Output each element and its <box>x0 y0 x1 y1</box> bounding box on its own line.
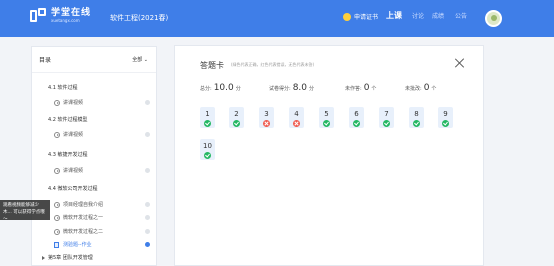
question-5-button[interactable]: 5 <box>319 107 334 128</box>
check-icon <box>442 120 449 127</box>
progress-dot <box>145 215 150 220</box>
play-icon <box>54 201 60 208</box>
play-icon <box>54 228 60 235</box>
logo-domain: xuetangx.com <box>51 18 80 23</box>
check-icon <box>383 120 390 127</box>
question-4-button[interactable]: 4 <box>289 107 304 128</box>
question-6-button[interactable]: 6 <box>349 107 364 128</box>
check-icon <box>204 152 211 159</box>
total-score: 总分: 10.0 分 <box>200 83 241 93</box>
outline-title: 目录 <box>39 57 52 64</box>
logo[interactable]: 学堂在线 xuetangx.com <box>30 8 91 24</box>
question-8-button[interactable]: 8 <box>409 107 424 128</box>
answer-card: 答题卡 (绿色代表正确，红色代表错误，无色代表未答) 总分: 10.0 分 试卷得分… <box>174 45 484 266</box>
logo-icon <box>30 8 46 24</box>
question-10-button[interactable]: 10 <box>200 139 215 160</box>
section-4-1[interactable]: 4.1 软件过程 <box>48 84 78 91</box>
exam-score: 试卷得分: 8.0 分 <box>269 83 315 93</box>
apply-certificate-button[interactable]: 申请证书 <box>343 12 378 21</box>
nav-announcements[interactable]: 公告 <box>455 11 467 20</box>
cross-icon <box>263 120 270 127</box>
play-icon <box>54 131 60 138</box>
top-bar: 学堂在线 xuetangx.com 软件工程(2021春) 申请证书 上课 讨论… <box>0 0 554 37</box>
section-4-3[interactable]: 4.3 敏捷开发过程 <box>48 151 88 158</box>
progress-dot-complete <box>145 242 150 247</box>
progress-dot <box>145 202 150 207</box>
cross-icon <box>293 120 300 127</box>
close-icon[interactable] <box>455 58 465 68</box>
answer-card-legend: (绿色代表正确，红色代表错误，无色代表未答) <box>231 62 315 67</box>
nav-grades[interactable]: 成绩 <box>432 11 444 20</box>
check-icon <box>323 120 330 127</box>
question-3-button[interactable]: 3 <box>259 107 274 128</box>
lesson-item[interactable]: 微软开发过程之一 <box>54 214 103 221</box>
chapter-5[interactable]: 第5章 团队开发管理 <box>42 254 93 261</box>
course-title: 软件工程(2021春) <box>110 14 169 22</box>
tooltip: 观看视频能够减少木... 可以获得学点哦～ <box>0 200 50 220</box>
lesson-item[interactable]: 微软开发过程之二 <box>54 228 103 235</box>
check-icon <box>353 120 360 127</box>
question-9-button[interactable]: 9 <box>438 107 453 128</box>
check-icon <box>204 120 211 127</box>
question-2-button[interactable]: 2 <box>229 107 244 128</box>
document-icon <box>54 241 59 248</box>
lesson-item[interactable]: 讲课视频 <box>54 99 83 106</box>
section-4-2[interactable]: 4.2 软件过程模型 <box>48 116 88 123</box>
logo-text: 学堂在线 <box>51 8 92 18</box>
course-outline-panel: 目录 全部 ⌄ 4.1 软件过程 讲课视频 4.2 软件过程模型 讲课视频 4.… <box>31 46 157 266</box>
section-4-4[interactable]: 4.4 微软公司开发过程 <box>48 185 98 192</box>
certificate-icon <box>343 12 351 21</box>
nav-discussion[interactable]: 讨论 <box>412 11 424 20</box>
lesson-item-quiz[interactable]: 测验题--作业 <box>54 241 92 248</box>
outline-filter-dropdown[interactable]: 全部 ⌄ <box>132 56 148 63</box>
lesson-item[interactable]: 项目经理自我介绍 <box>54 201 103 208</box>
question-7-button[interactable]: 7 <box>379 107 394 128</box>
play-icon <box>54 167 60 174</box>
question-1-button[interactable]: 1 <box>200 107 215 128</box>
progress-dot <box>145 132 150 137</box>
check-icon <box>413 120 420 127</box>
lesson-item[interactable]: 讲课视频 <box>54 131 83 138</box>
user-avatar[interactable] <box>485 10 502 27</box>
progress-dot <box>145 229 150 234</box>
play-icon <box>54 99 60 106</box>
progress-dot <box>145 168 150 173</box>
nav-class[interactable]: 上课 <box>386 10 402 21</box>
chevron-right-icon <box>42 255 45 260</box>
chevron-down-icon: ⌄ <box>143 57 148 63</box>
certificate-label: 申请证书 <box>354 14 379 21</box>
lesson-item[interactable]: 讲课视频 <box>54 167 83 174</box>
progress-dot <box>145 100 150 105</box>
answer-card-title: 答题卡 <box>200 61 224 70</box>
play-icon <box>54 214 60 221</box>
ungraded-count: 未批改: 0 个 <box>405 83 437 93</box>
unanswered-count: 未作答: 0 个 <box>345 83 377 93</box>
check-icon <box>233 120 240 127</box>
